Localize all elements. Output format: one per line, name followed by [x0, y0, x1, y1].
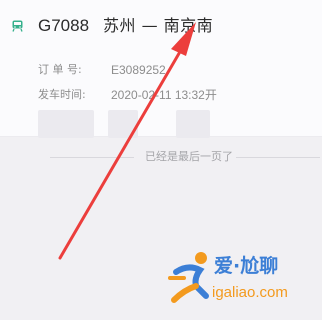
blurred-action — [38, 110, 94, 138]
departure-time-value: 2020-02-11 13:32开 — [111, 88, 217, 102]
blurred-action — [108, 110, 138, 138]
runner-logo-icon — [168, 252, 209, 303]
watermark-brand-text: 爱·尬聊 — [214, 255, 279, 277]
divider-line — [50, 157, 134, 158]
route: 苏州 — 南京南 — [103, 16, 214, 35]
train-icon — [12, 20, 23, 32]
order-number-label: 订 单 号: — [38, 63, 82, 76]
watermark-url: igaliao.com — [212, 284, 288, 301]
order-number-value: E3089252 — [111, 63, 166, 77]
departure-time-label: 发车时间: — [38, 88, 86, 101]
divider-line — [236, 157, 320, 158]
train-number: G7088 — [38, 16, 90, 35]
order-card[interactable]: G7088 苏州 — 南京南 订 单 号: E3089252 发车时间: 202… — [0, 0, 322, 138]
blurred-action — [176, 110, 210, 138]
list-end-message: 已经是最后一页了 — [145, 150, 233, 163]
